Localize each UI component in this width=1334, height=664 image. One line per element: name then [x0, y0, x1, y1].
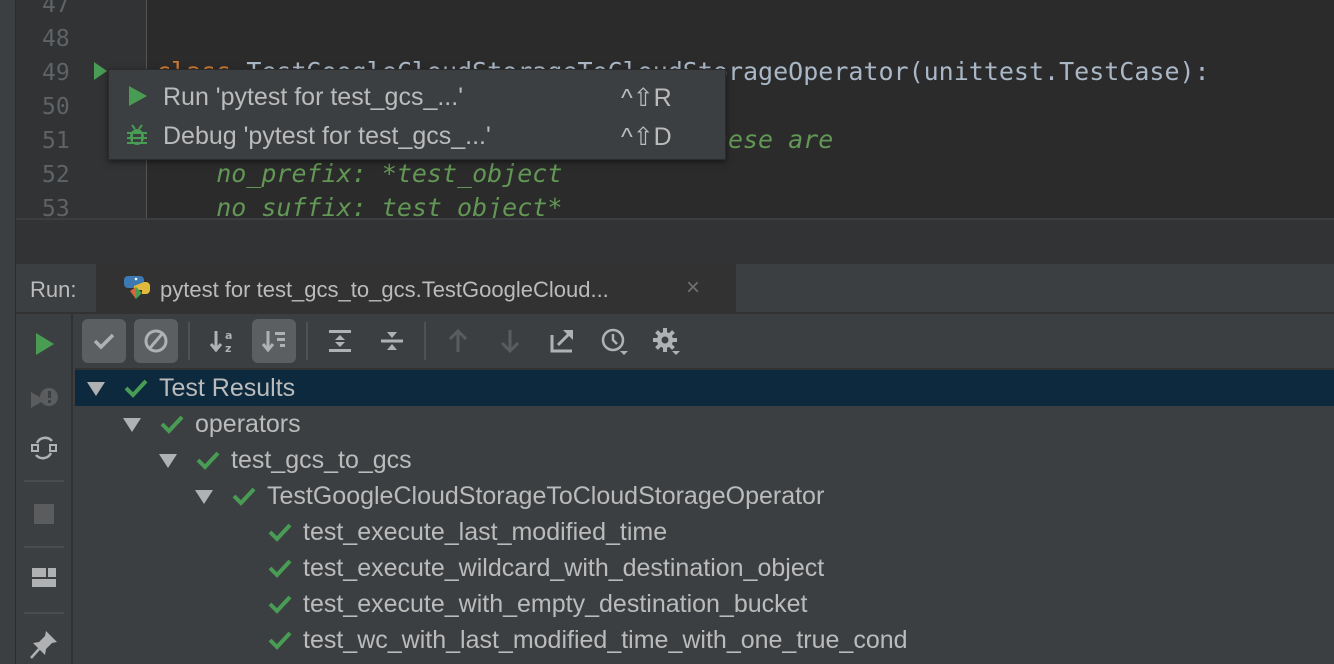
tree-row-test[interactable]: test_execute_wildcard_with_destination_o… [75, 550, 1334, 586]
code-line-53: no_suffix: test_object* [156, 193, 563, 218]
line-number: 52 [42, 162, 70, 188]
close-tab-icon[interactable]: × [686, 274, 700, 302]
run-configuration-tab[interactable]: pytest for test_gcs_to_gcs.TestGoogleClo… [96, 264, 736, 312]
popup-item-run[interactable]: Run 'pytest for test_gcs_...' ^⇧R [109, 76, 725, 114]
svg-text:z: z [225, 342, 231, 355]
tree-row-label: Test Results [159, 374, 296, 402]
tree-row-test-gcs-to-gcs[interactable]: test_gcs_to_gcs [75, 442, 1334, 478]
collapse-all-button[interactable] [370, 319, 414, 363]
line-number: 48 [42, 26, 70, 52]
test-results-tree: Test Results operators test_gcs_to_gcs T… [75, 370, 1334, 664]
expand-all-button[interactable] [318, 319, 362, 363]
expand-arrow-icon[interactable] [123, 418, 141, 432]
toolbar-separator [24, 612, 64, 614]
toolbar-separator [306, 322, 308, 360]
toolbar-separator [24, 546, 64, 548]
passed-check-icon [160, 415, 184, 434]
toolbar-separator [424, 322, 426, 360]
collapse-all-icon [381, 332, 403, 350]
stop-icon[interactable] [28, 498, 60, 530]
line-number: 47 [42, 0, 70, 18]
sort-alpha-icon: a z [209, 329, 232, 355]
next-failed-button[interactable] [488, 319, 532, 363]
gutter-run-icon[interactable] [94, 62, 107, 80]
tree-row-test[interactable]: test_wc_with_last_modified_time_with_one… [75, 622, 1334, 658]
tree-row-test-results[interactable]: Test Results [75, 370, 1334, 406]
passed-check-icon [268, 559, 292, 578]
line-number: 49 [42, 60, 70, 86]
passed-check-icon [268, 523, 292, 542]
tool-window-stripe [0, 0, 16, 664]
settings-button[interactable] [644, 319, 688, 363]
popup-item-label: Run 'pytest for test_gcs_...' [163, 83, 463, 111]
passed-check-icon [268, 595, 292, 614]
arrow-down-icon [500, 330, 520, 354]
line-number: 51 [42, 128, 70, 154]
tree-row-label: test_gcs_to_gcs [231, 446, 412, 474]
toggle-auto-test-icon[interactable] [28, 432, 60, 464]
show-passed-button[interactable] [82, 319, 126, 363]
tree-row-test[interactable]: test_execute_last_modified_time [75, 514, 1334, 550]
expand-arrow-icon[interactable] [159, 454, 177, 468]
sort-duration-icon [261, 331, 285, 353]
passed-check-icon [124, 379, 148, 398]
line-number: 53 [42, 196, 70, 218]
tab-label: pytest for test_gcs_to_gcs.TestGoogleClo… [160, 277, 609, 302]
check-icon [93, 333, 115, 350]
pin-icon[interactable] [28, 628, 60, 660]
tree-row-test[interactable]: test_execute_with_empty_destination_buck… [75, 586, 1334, 622]
run-panel: a z Test Results operators test_gcs_to_g… [16, 314, 1334, 664]
passed-check-icon [232, 487, 256, 506]
sort-by-duration-button[interactable] [252, 319, 296, 363]
run-icon [129, 86, 147, 106]
run-side-toolbar [16, 314, 73, 664]
run-debug-popup-menu: Run 'pytest for test_gcs_...' ^⇧R Debug … [108, 69, 726, 160]
run-window-title: Run: [16, 264, 96, 312]
tree-row-label: test_execute_with_empty_destination_buck… [303, 590, 808, 618]
tree-row-label: test_execute_last_modified_time [303, 518, 668, 546]
gear-icon [653, 328, 680, 355]
export-button[interactable] [540, 319, 584, 363]
code-line-52: no_prefix: *test_object [156, 159, 563, 188]
debug-icon [127, 124, 147, 145]
run-tool-window-header: Run: pytest for test_gcs_to_gcs.TestGoog… [16, 264, 1334, 314]
toolbar-separator [188, 322, 190, 360]
tree-row-label: test_wc_with_last_modified_time_with_one… [303, 626, 908, 654]
ignored-icon [144, 329, 168, 353]
export-icon [550, 330, 573, 353]
svg-text:a: a [225, 329, 232, 342]
restore-layout-icon[interactable] [28, 562, 60, 594]
show-ignored-button[interactable] [134, 319, 178, 363]
expand-arrow-icon[interactable] [195, 490, 213, 504]
tree-row-test-class[interactable]: TestGoogleCloudStorageToCloudStorageOper… [75, 478, 1334, 514]
popup-item-label: Debug 'pytest for test_gcs_...' [163, 122, 491, 150]
popup-item-shortcut: ^⇧R [621, 84, 672, 112]
run-label: Run: [30, 277, 77, 302]
toolbar-separator [24, 480, 64, 482]
history-icon [601, 328, 628, 355]
tree-row-label: test_execute_wildcard_with_destination_o… [303, 554, 825, 582]
rerun-failed-icon[interactable] [28, 382, 60, 414]
tree-row-label: TestGoogleCloudStorageToCloudStorageOper… [267, 482, 825, 510]
passed-check-icon [196, 451, 220, 470]
previous-failed-button[interactable] [436, 319, 480, 363]
popup-item-debug[interactable]: Debug 'pytest for test_gcs_...' ^⇧D [109, 115, 725, 153]
tree-row-label: operators [195, 410, 301, 438]
arrow-up-icon [448, 328, 468, 352]
test-results-toolbar: a z [75, 314, 1334, 370]
expand-arrow-icon[interactable] [87, 382, 105, 396]
panel-splitter[interactable] [16, 218, 1334, 264]
rerun-icon[interactable] [28, 328, 60, 360]
popup-item-shortcut: ^⇧D [621, 123, 672, 151]
python-test-icon [124, 276, 150, 299]
passed-check-icon [268, 631, 292, 650]
line-number: 50 [42, 94, 70, 120]
expand-all-icon [329, 330, 351, 352]
sort-alphabetically-button[interactable]: a z [200, 319, 244, 363]
test-history-button[interactable] [592, 319, 636, 363]
tree-row-operators[interactable]: operators [75, 406, 1334, 442]
